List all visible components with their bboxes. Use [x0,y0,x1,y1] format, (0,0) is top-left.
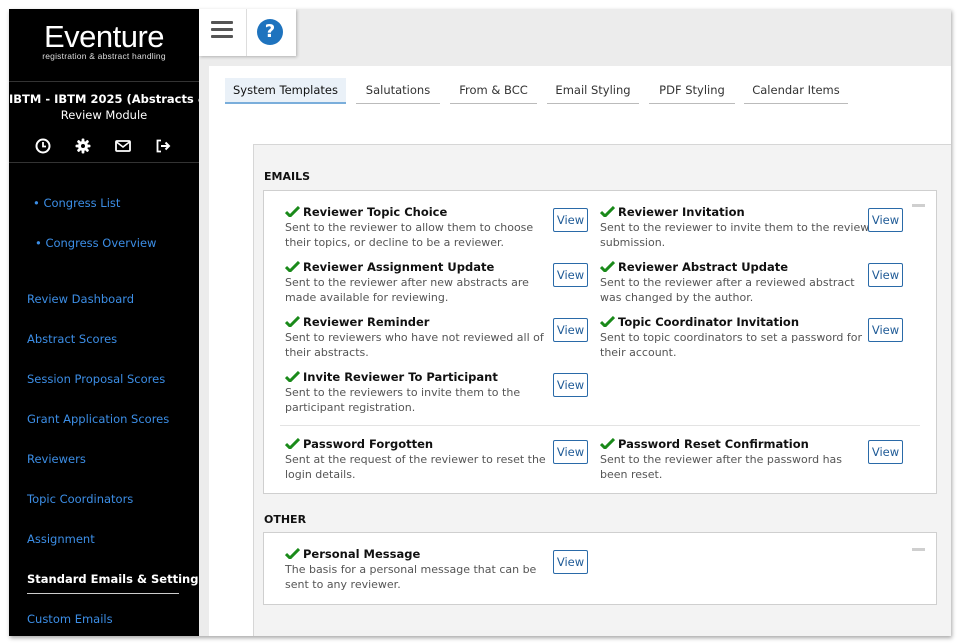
logout-icon[interactable] [154,137,172,155]
clock-icon[interactable] [34,137,52,155]
template-title: Reviewer Assignment Update [284,260,555,274]
checkmark-icon [284,205,301,219]
emails-heading: EMAILS [264,170,310,183]
template-item: Reviewer Abstract Update Sent to the rev… [599,260,870,305]
template-title: Reviewer Abstract Update [599,260,870,274]
checkmark-icon [599,205,616,219]
checkmark-icon [599,437,616,451]
view-button[interactable]: View [868,208,903,232]
nav-assignment[interactable]: Assignment [27,532,95,546]
collapse-icon[interactable] [912,204,925,207]
collapse-icon[interactable] [912,548,925,551]
template-item: Reviewer Assignment Update Sent to the r… [284,260,555,305]
app-window: Eventure registration & abstract handlin… [9,9,951,636]
template-title: Reviewer Topic Choice [284,205,555,219]
toolbar-separator [246,9,247,56]
sidebar-icon-row [9,137,199,157]
nav-review-dashboard[interactable]: Review Dashboard [27,292,134,306]
tab-system-templates[interactable]: System Templates [225,78,346,104]
nav-standard-emails-settings[interactable]: Standard Emails & Settings [27,572,199,586]
template-item: Topic Coordinator Invitation Sent to top… [599,315,870,360]
gear-icon[interactable] [74,137,92,155]
help-icon[interactable]: ? [257,19,283,45]
module-name: Review Module [60,108,148,122]
template-description: Sent to the reviewers to invite them to … [285,386,521,414]
tab-salutations[interactable]: Salutations [356,78,440,104]
checkmark-icon [284,547,301,561]
other-heading: OTHER [264,513,307,526]
template-title: Password Forgotten [284,437,555,451]
settings-tabs: System Templates Salutations From & BCC … [225,78,945,106]
template-title: Reviewer Reminder [284,315,555,329]
tab-calendar-items[interactable]: Calendar Items [744,78,848,104]
template-item: Reviewer Topic Choice Sent to the review… [284,205,555,250]
logo-subtitle: registration & abstract handling [42,51,166,61]
view-button[interactable]: View [868,440,903,464]
template-title: Personal Message [284,547,555,561]
top-toolbar: ? [199,9,296,56]
sidebar-divider [9,81,199,82]
checkmark-icon [284,437,301,451]
main-panel: System Templates Salutations From & BCC … [209,66,951,636]
view-button[interactable]: View [868,318,903,342]
view-button[interactable]: View [553,263,588,287]
view-button[interactable]: View [553,550,588,574]
template-description: Sent to the reviewer after the password … [600,453,843,481]
checkmark-icon [599,315,616,329]
template-description: Sent at the request of the reviewer to r… [285,453,546,481]
mail-icon[interactable] [114,137,132,155]
active-nav-underline [27,593,179,594]
template-item: Password Forgotten Sent at the request o… [284,437,555,482]
other-group: Personal Message The basis for a persona… [263,532,937,605]
nav-congress-list[interactable]: • Congress List [33,196,120,210]
template-title: Topic Coordinator Invitation [599,315,870,329]
sidebar-divider [9,162,199,163]
nav-session-proposal-scores[interactable]: Session Proposal Scores [27,372,165,386]
templates-content: EMAILS Reviewer Topic Choice Sent to the… [253,144,951,636]
nav-grant-application-scores[interactable]: Grant Application Scores [27,412,169,426]
template-description: The basis for a personal message that ca… [285,563,537,591]
nav-reviewers[interactable]: Reviewers [27,452,86,466]
template-title: Password Reset Confirmation [599,437,870,451]
template-description: Sent to the reviewer to allow them to ch… [285,221,534,249]
view-button[interactable]: View [553,208,588,232]
nav-topic-coordinators[interactable]: Topic Coordinators [27,492,133,506]
emails-group: Reviewer Topic Choice Sent to the review… [263,190,937,494]
template-description: Sent to the reviewer after a reviewed ab… [600,276,855,304]
tab-pdf-styling[interactable]: PDF Styling [649,78,735,104]
nav-custom-emails[interactable]: Custom Emails [27,612,113,626]
nav-congress-overview[interactable]: • Congress Overview [35,236,156,250]
template-item: Reviewer Reminder Sent to reviewers who … [284,315,555,360]
template-description: Sent to topic coordinators to set a pass… [600,331,863,359]
checkmark-icon [284,260,301,274]
tab-email-styling[interactable]: Email Styling [547,78,639,104]
template-description: Sent to reviewers who have not reviewed … [285,331,544,359]
hamburger-menu-icon[interactable] [211,21,233,41]
template-description: Sent to the reviewer after new abstracts… [285,276,529,304]
group-separator [280,425,920,426]
view-button[interactable]: View [553,440,588,464]
template-item: Personal Message The basis for a persona… [284,547,555,592]
logo-title: Eventure [43,19,165,54]
template-item: Reviewer Invitation Sent to the reviewer… [599,205,870,250]
nav-abstract-scores[interactable]: Abstract Scores [27,332,117,346]
template-title: Reviewer Invitation [599,205,870,219]
logo: Eventure registration & abstract handlin… [9,19,199,62]
checkmark-icon [284,370,301,384]
template-description: Sent to the reviewer to invite them to t… [600,221,870,249]
checkmark-icon [599,260,616,274]
template-title: Invite Reviewer To Participant [284,370,555,384]
checkmark-icon [284,315,301,329]
view-button[interactable]: View [553,373,588,397]
congress-name: IBTM - IBTM 2025 (Abstracts & Par... [9,92,199,106]
template-item: Password Reset Confirmation Sent to the … [599,437,870,482]
view-button[interactable]: View [868,263,903,287]
tab-from-bcc[interactable]: From & BCC [450,78,537,104]
template-item: Invite Reviewer To Participant Sent to t… [284,370,555,415]
view-button[interactable]: View [553,318,588,342]
sidebar: Eventure registration & abstract handlin… [9,9,199,636]
